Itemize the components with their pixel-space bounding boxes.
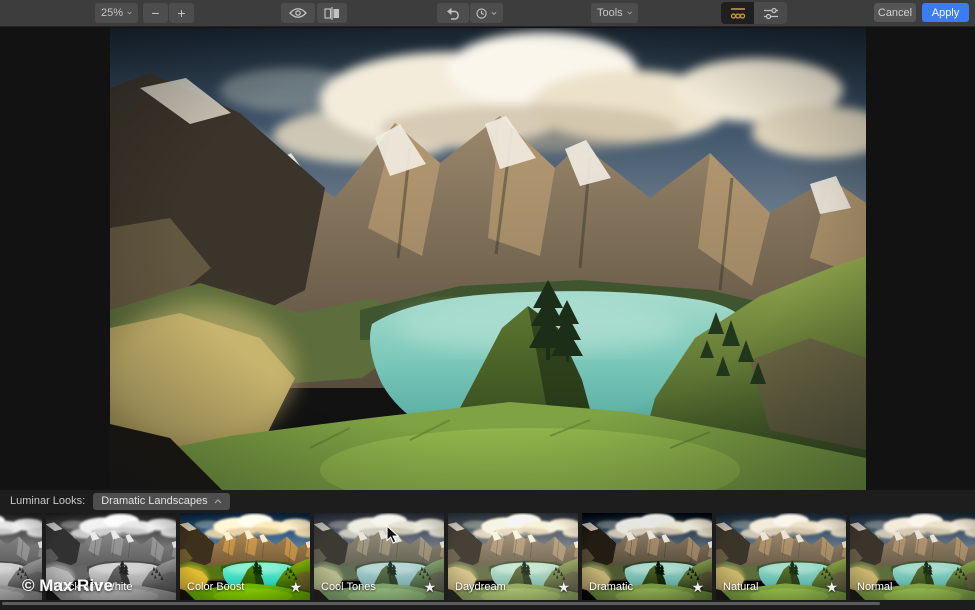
eye-icon bbox=[289, 7, 307, 19]
tools-dropdown-button[interactable]: Tools bbox=[591, 3, 638, 23]
look-thumbnail-cool-tones[interactable]: Cool Tones ★ bbox=[314, 513, 444, 600]
preview-toggle-button[interactable] bbox=[281, 3, 315, 23]
look-thumbnail-daydream[interactable]: Daydream ★ bbox=[448, 513, 578, 600]
plus-icon: + bbox=[177, 5, 185, 21]
sliders-icon bbox=[762, 6, 780, 21]
star-icon[interactable]: ★ bbox=[557, 579, 570, 596]
zoom-in-button[interactable]: + bbox=[169, 3, 194, 23]
looks-filmstrip: Black and White Color Boost ★ Cool Tones… bbox=[0, 513, 975, 600]
cancel-button[interactable]: Cancel bbox=[874, 3, 916, 22]
minus-icon: − bbox=[151, 5, 159, 21]
zoom-level-value: 25% bbox=[101, 7, 123, 19]
editor-canvas[interactable] bbox=[0, 27, 975, 490]
luminar-looks-panel: Luminar Looks: Dramatic Landscapes Black… bbox=[0, 490, 975, 610]
history-dropdown-button[interactable] bbox=[470, 3, 503, 23]
star-icon[interactable]: ★ bbox=[423, 579, 436, 596]
looks-header: Luminar Looks: Dramatic Landscapes bbox=[0, 490, 975, 512]
clock-icon bbox=[476, 7, 487, 20]
apply-button[interactable]: Apply bbox=[922, 3, 969, 22]
looks-collection-value: Dramatic Landscapes bbox=[101, 495, 207, 507]
looks-panel-label: Luminar Looks: bbox=[10, 495, 85, 507]
compare-before-after-button[interactable] bbox=[317, 3, 347, 23]
star-icon[interactable]: ★ bbox=[825, 579, 838, 596]
star-icon[interactable]: ★ bbox=[289, 579, 302, 596]
looks-panel-toggle[interactable] bbox=[721, 2, 754, 24]
chevron-down-icon bbox=[127, 10, 132, 16]
chevron-up-icon bbox=[214, 499, 222, 504]
top-toolbar: 25% − + Tools bbox=[0, 0, 975, 27]
look-thumbnail-natural[interactable]: Natural ★ bbox=[716, 513, 846, 600]
look-thumbnail-normal[interactable]: Normal bbox=[850, 513, 975, 600]
star-icon[interactable]: ★ bbox=[691, 579, 704, 596]
watermark-text: © Max Rive bbox=[22, 576, 113, 596]
chevron-down-icon bbox=[491, 11, 497, 16]
looks-collection-dropdown[interactable]: Dramatic Landscapes bbox=[93, 493, 229, 510]
tools-label: Tools bbox=[597, 7, 623, 19]
main-photo bbox=[110, 28, 866, 490]
look-preview bbox=[850, 513, 975, 600]
undo-button[interactable] bbox=[437, 3, 469, 23]
panel-toggle-group bbox=[721, 2, 787, 24]
chevron-down-icon bbox=[627, 10, 632, 16]
look-thumbnail-dramatic[interactable]: Dramatic ★ bbox=[582, 513, 712, 600]
zoom-level-dropdown[interactable]: 25% bbox=[95, 3, 138, 23]
filmstrip-scrollbar[interactable] bbox=[2, 602, 880, 605]
zoom-out-button[interactable]: − bbox=[143, 3, 168, 23]
split-compare-icon bbox=[324, 7, 340, 20]
undo-arrow-icon bbox=[446, 7, 461, 20]
filters-panel-toggle[interactable] bbox=[754, 2, 787, 24]
looks-filmstrip-icon bbox=[729, 6, 747, 21]
look-thumbnail-color-boost[interactable]: Color Boost ★ bbox=[180, 513, 310, 600]
